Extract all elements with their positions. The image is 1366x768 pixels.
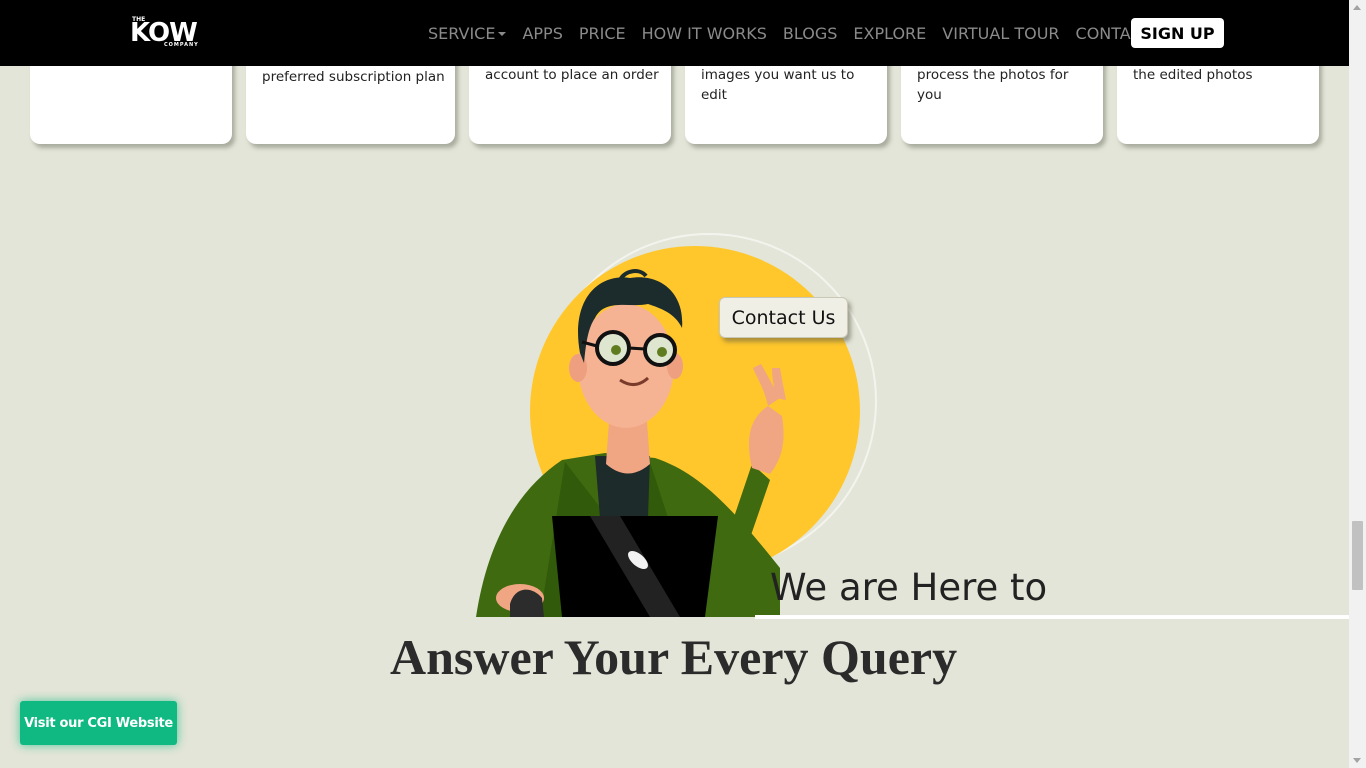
hero-headline: Answer Your Every Query (390, 629, 958, 685)
hero-tagline: We are Here to (770, 566, 1048, 609)
nav-blogs[interactable]: BLOGS (783, 24, 837, 43)
divider-line (755, 615, 1349, 619)
nav-service[interactable]: SERVICE (428, 23, 507, 43)
nav-service-label: SERVICE (428, 23, 496, 43)
step-card-text: preferred subscription plan (262, 69, 445, 85)
step-card-text: the edited photos (1133, 67, 1253, 83)
top-navbar: THE KOW COMPANY SERVICE APPS PRICE HOW I… (0, 0, 1349, 66)
nav-price[interactable]: PRICE (579, 24, 626, 43)
step-card-text: process the photos for you (917, 67, 1069, 103)
scrollbar-thumb[interactable] (1352, 521, 1363, 590)
nav-virtual-tour[interactable]: VIRTUAL TOUR (942, 24, 1059, 43)
page-scrollbar[interactable] (1349, 0, 1366, 768)
step-card-text: account to place an order (485, 67, 659, 83)
scroll-up-arrow-icon[interactable] (1353, 5, 1361, 10)
nav-explore[interactable]: EXPLORE (853, 24, 926, 43)
logo-company-text: COMPANY (164, 42, 199, 48)
nav-links: SERVICE APPS PRICE HOW IT WORKS BLOGS EX… (428, 0, 1167, 66)
scroll-down-arrow-icon[interactable] (1353, 758, 1361, 763)
visit-cgi-website-button[interactable]: Visit our CGI Website (20, 701, 177, 745)
kow-logo[interactable]: THE KOW COMPANY (124, 14, 214, 52)
signup-button[interactable]: SIGN UP (1131, 18, 1224, 48)
nav-apps[interactable]: APPS (522, 24, 562, 43)
chevron-down-icon (498, 32, 507, 36)
nav-how-it-works[interactable]: HOW IT WORKS (642, 24, 767, 43)
step-card-text: images you want us to edit (701, 67, 855, 103)
contact-us-button[interactable]: Contact Us (719, 297, 848, 338)
